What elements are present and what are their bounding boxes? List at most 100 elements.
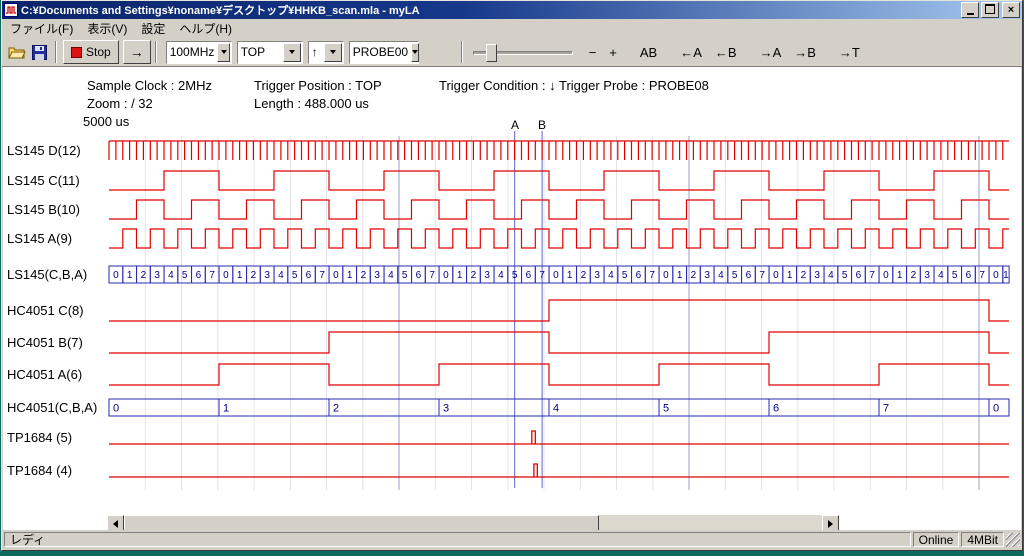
toolbar-separator <box>461 41 463 63</box>
run-button[interactable]: → <box>123 40 151 64</box>
waveform-area[interactable]: 0123456701234567012345670123456701234567… <box>3 67 1021 532</box>
svg-text:0: 0 <box>333 270 339 281</box>
goto-trigger-button[interactable]: →T <box>834 41 865 63</box>
svg-text:2: 2 <box>691 270 697 281</box>
svg-text:4: 4 <box>828 270 834 281</box>
svg-text:1: 1 <box>223 403 229 415</box>
trigger-position-select[interactable]: TOP <box>237 41 303 64</box>
svg-text:3: 3 <box>443 403 449 415</box>
svg-text:7: 7 <box>209 270 215 281</box>
save-file-button[interactable] <box>28 41 51 63</box>
svg-text:7: 7 <box>759 270 765 281</box>
title-bar[interactable]: C:¥Documents and Settings¥noname¥デスクトップ¥… <box>2 1 1022 19</box>
zoom-in-button[interactable]: + <box>604 41 622 63</box>
svg-text:2: 2 <box>361 270 367 281</box>
svg-text:3: 3 <box>924 270 930 281</box>
svg-text:7: 7 <box>869 270 875 281</box>
svg-text:0: 0 <box>113 270 119 281</box>
run-arrow-icon: → <box>130 44 144 60</box>
menu-bar: ファイル(F)表示(V)設定ヘルプ(H) <box>2 19 1022 38</box>
chevron-down-icon[interactable] <box>324 43 342 62</box>
status-online: Online <box>913 532 960 547</box>
svg-text:0: 0 <box>993 403 999 415</box>
toolbar-separator <box>155 41 157 63</box>
zoom-slider-thumb[interactable] <box>486 44 497 62</box>
svg-text:5: 5 <box>402 270 408 281</box>
menu-item-view[interactable]: 表示(V) <box>80 18 134 39</box>
svg-text:6: 6 <box>306 270 312 281</box>
svg-text:0: 0 <box>553 270 559 281</box>
svg-text:5: 5 <box>842 270 848 281</box>
status-bar: レディ Online 4MBit <box>3 530 1021 549</box>
svg-text:4: 4 <box>553 403 559 415</box>
svg-text:6: 6 <box>636 270 642 281</box>
svg-text:5: 5 <box>182 270 188 281</box>
svg-text:2: 2 <box>581 270 587 281</box>
floppy-disk-icon <box>32 45 47 60</box>
maximize-button[interactable] <box>981 2 999 18</box>
toolbar: Stop → 100MHz TOP ↑ PROBE00 −+ AB ←A←B →A→B… <box>2 38 1022 67</box>
svg-text:2: 2 <box>471 270 477 281</box>
move-b-right-button[interactable]: →B <box>789 41 821 63</box>
svg-text:5: 5 <box>512 270 518 281</box>
svg-text:6: 6 <box>966 270 972 281</box>
chevron-down-icon[interactable] <box>411 43 419 62</box>
zoom-out-button[interactable]: − <box>584 41 602 63</box>
trigger-position-value: TOP <box>238 45 283 59</box>
svg-text:4: 4 <box>168 270 174 281</box>
cursor-nav-buttons: −+ AB ←A←B →A→B →T <box>581 41 865 63</box>
trigger-probe-select[interactable]: PROBE00 <box>349 41 419 64</box>
svg-text:7: 7 <box>429 270 435 281</box>
svg-text:1: 1 <box>457 270 463 281</box>
svg-text:2: 2 <box>801 270 807 281</box>
menu-item-file[interactable]: ファイル(F) <box>3 18 80 39</box>
menu-item-settings[interactable]: 設定 <box>134 18 172 39</box>
clock-rate-select[interactable]: 100MHz <box>166 41 232 64</box>
chevron-down-icon[interactable] <box>217 43 229 62</box>
resize-grip[interactable] <box>1006 533 1020 547</box>
menu-item-help[interactable]: ヘルプ(H) <box>172 18 239 39</box>
svg-text:6: 6 <box>526 270 532 281</box>
svg-text:3: 3 <box>594 270 600 281</box>
move-a-right-button[interactable]: →A <box>755 41 787 63</box>
stop-button[interactable]: Stop <box>63 40 119 64</box>
stop-label: Stop <box>86 45 111 59</box>
svg-text:3: 3 <box>704 270 710 281</box>
stop-icon <box>71 47 82 58</box>
svg-text:2: 2 <box>333 403 339 415</box>
left-arrow-icon <box>113 520 118 528</box>
svg-text:0: 0 <box>223 270 229 281</box>
svg-text:0: 0 <box>443 270 449 281</box>
svg-text:0: 0 <box>993 270 999 281</box>
svg-text:2: 2 <box>911 270 917 281</box>
svg-text:0: 0 <box>663 270 669 281</box>
svg-text:1: 1 <box>567 270 573 281</box>
svg-text:5: 5 <box>292 270 298 281</box>
close-button[interactable]: × <box>1002 2 1020 18</box>
svg-text:5: 5 <box>622 270 628 281</box>
app-icon <box>4 3 18 17</box>
svg-text:7: 7 <box>649 270 655 281</box>
svg-text:5: 5 <box>732 270 738 281</box>
svg-text:4: 4 <box>938 270 944 281</box>
svg-text:6: 6 <box>746 270 752 281</box>
trigger-edge-select[interactable]: ↑ <box>308 41 344 64</box>
svg-text:0: 0 <box>773 270 779 281</box>
svg-text:2: 2 <box>251 270 257 281</box>
move-a-left-button[interactable]: ←A <box>675 41 707 63</box>
minimize-icon <box>967 13 974 15</box>
right-arrow-icon <box>828 520 833 528</box>
folder-open-icon <box>8 45 26 59</box>
svg-text:3: 3 <box>154 270 160 281</box>
svg-text:4: 4 <box>718 270 724 281</box>
minimize-button[interactable] <box>961 2 979 18</box>
zoom-slider[interactable] <box>473 42 573 62</box>
move-b-left-button[interactable]: ←B <box>710 41 742 63</box>
open-file-button[interactable] <box>5 41 28 63</box>
svg-text:4: 4 <box>498 270 504 281</box>
svg-text:7: 7 <box>883 403 889 415</box>
chevron-down-icon[interactable] <box>283 43 301 62</box>
svg-text:4: 4 <box>388 270 394 281</box>
cursor-ab-button[interactable]: AB <box>635 41 662 63</box>
svg-text:0: 0 <box>113 403 119 415</box>
